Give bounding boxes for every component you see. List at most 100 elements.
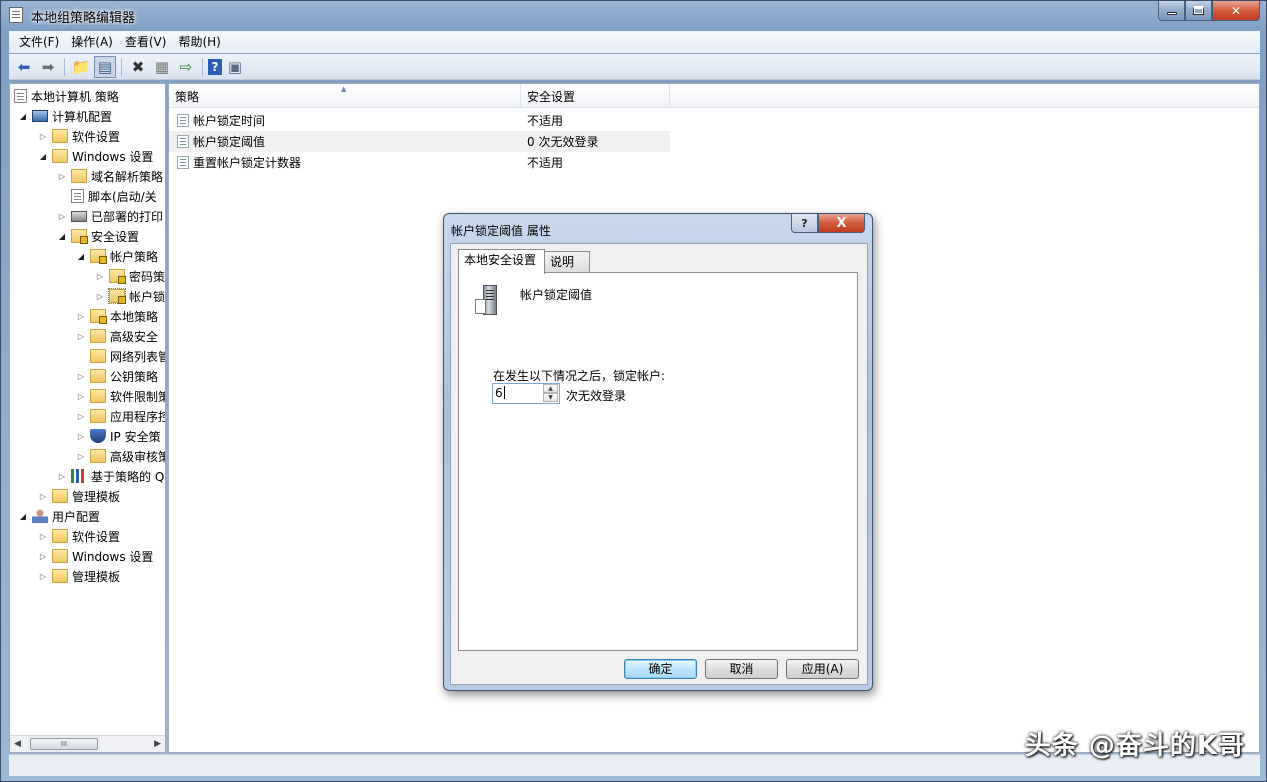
title-bar[interactable]: 本地组策略编辑器 ✕: [1, 1, 1266, 29]
tree-item-local-policies[interactable]: ▷ 本地策略: [76, 306, 158, 326]
tree-item-user-windows-settings[interactable]: ▷ Windows 设置: [38, 546, 153, 566]
tab-local-security-setting[interactable]: 本地安全设置: [458, 249, 545, 274]
tree-item-security-settings[interactable]: ◢ 安全设置: [57, 226, 139, 246]
close-button[interactable]: ✕: [1212, 1, 1260, 21]
tree-item-account-lockout-policy[interactable]: ▷ 帐户锁: [95, 286, 165, 306]
collapsed-arrow-icon[interactable]: ▷: [95, 292, 105, 301]
cancel-button[interactable]: 取消: [705, 659, 778, 679]
tab-panel: 帐户锁定阈值 在发生以下情况之后，锁定帐户: 6 ▲ ▼ 次无效登录: [458, 272, 858, 651]
tree-item-label: 本地策略: [110, 309, 159, 324]
policy-icon: [177, 135, 189, 148]
expanded-arrow-icon[interactable]: ◢: [18, 112, 28, 121]
collapsed-arrow-icon[interactable]: ▷: [57, 172, 67, 181]
minimize-button[interactable]: [1158, 1, 1185, 21]
window-title: 本地组策略编辑器: [31, 11, 136, 26]
tree-item-advanced-firewall[interactable]: ▷ 高级安全: [76, 326, 158, 346]
back-arrow-icon[interactable]: ⬅: [13, 56, 35, 78]
export-list-icon[interactable]: ⇨: [175, 56, 197, 78]
scroll-left-icon[interactable]: ◀: [14, 739, 21, 749]
menu-view[interactable]: 查看(V): [119, 31, 173, 53]
tree-pane[interactable]: 本地计算机 策略 ◢ 计算机配置 ▷ 软件设置 ◢ Windows 设置 ▷ 域…: [9, 83, 166, 753]
expanded-arrow-icon[interactable]: ◢: [38, 152, 48, 161]
tree-item-advanced-audit[interactable]: ▷ 高级审核策: [76, 446, 165, 466]
expanded-arrow-icon[interactable]: ◢: [57, 232, 67, 241]
delete-icon[interactable]: ✖: [127, 56, 149, 78]
tree-horizontal-scrollbar[interactable]: ◀ III ▶: [10, 735, 165, 752]
menu-action[interactable]: 操作(A): [65, 31, 119, 53]
menu-file[interactable]: 文件(F): [13, 31, 65, 53]
collapsed-arrow-icon[interactable]: ▷: [38, 532, 48, 541]
help-icon[interactable]: ?: [208, 58, 222, 75]
tree-item-local-computer-policy[interactable]: 本地计算机 策略: [14, 86, 119, 106]
tree-item-public-key[interactable]: ▷ 公钥策略: [76, 366, 158, 386]
expanded-arrow-icon[interactable]: ◢: [76, 252, 86, 261]
collapsed-arrow-icon[interactable]: ▷: [76, 412, 86, 421]
lockout-threshold-spinbox[interactable]: 6 ▲ ▼: [492, 383, 560, 404]
ok-button[interactable]: 确定: [624, 659, 697, 679]
tree-item-user-software-settings[interactable]: ▷ 软件设置: [38, 526, 120, 546]
tree-item-user-admin-templates[interactable]: ▷ 管理模板: [38, 566, 120, 586]
policy-row[interactable]: 重置帐户锁定计数器 不适用: [169, 152, 670, 173]
tree-item-software-restriction[interactable]: ▷ 软件限制策: [76, 386, 165, 406]
tree-item-admin-templates[interactable]: ▷ 管理模板: [38, 486, 120, 506]
collapsed-arrow-icon[interactable]: ▷: [76, 432, 86, 441]
spin-up-icon[interactable]: ▲: [543, 384, 558, 393]
dialog-close-button[interactable]: X: [818, 214, 865, 233]
tab-explain[interactable]: 说明: [544, 251, 590, 272]
tree-item-windows-settings[interactable]: ◢ Windows 设置: [38, 146, 153, 166]
collapsed-arrow-icon[interactable]: ▷: [76, 332, 86, 341]
tree-item-policy-based-qos[interactable]: ▷ 基于策略的 Q: [57, 466, 164, 486]
computer-icon: [32, 110, 48, 122]
collapsed-arrow-icon[interactable]: ▷: [38, 492, 48, 501]
collapsed-arrow-icon[interactable]: ▷: [76, 392, 86, 401]
apply-button[interactable]: 应用(A): [786, 659, 859, 679]
view-icon[interactable]: ▣: [224, 56, 246, 78]
collapsed-arrow-icon[interactable]: ▷: [38, 552, 48, 561]
collapsed-arrow-icon[interactable]: ▷: [95, 272, 105, 281]
folder-icon: [52, 489, 68, 503]
collapsed-arrow-icon[interactable]: ▷: [38, 572, 48, 581]
folder-icon: [90, 449, 106, 463]
folder-icon: [90, 369, 106, 383]
tree-item-name-resolution[interactable]: ▷ 域名解析策略: [57, 166, 163, 186]
collapsed-arrow-icon[interactable]: ▷: [38, 132, 48, 141]
column-header-security-setting[interactable]: 安全设置: [521, 84, 670, 108]
collapsed-arrow-icon[interactable]: ▷: [76, 372, 86, 381]
tree-item-application-control[interactable]: ▷ 应用程序控: [76, 406, 165, 426]
scroll-right-icon[interactable]: ▶: [154, 739, 161, 749]
tree-item-software-settings[interactable]: ▷ 软件设置: [38, 126, 120, 146]
tree-item-account-policies[interactable]: ◢ 帐户策略: [76, 246, 158, 266]
dialog-title: 帐户锁定阈值 属性: [451, 224, 551, 238]
menu-bar: 文件(F) 操作(A) 查看(V) 帮助(H): [9, 31, 1260, 53]
collapsed-arrow-icon[interactable]: ▷: [57, 212, 67, 221]
column-header-policy[interactable]: 策略 ▲: [169, 84, 521, 108]
tree-item-label: 管理模板: [72, 489, 121, 504]
security-folder-icon: [108, 288, 126, 304]
up-folder-icon[interactable]: 📁: [70, 56, 92, 78]
policy-name-heading: 帐户锁定阈值: [520, 288, 593, 302]
show-hide-tree-icon[interactable]: ▤: [94, 55, 116, 78]
policy-row[interactable]: 帐户锁定时间 不适用: [169, 110, 670, 131]
collapsed-arrow-icon[interactable]: ▷: [76, 452, 86, 461]
lockout-threshold-input[interactable]: 6: [495, 386, 505, 400]
maximize-button[interactable]: [1185, 1, 1212, 21]
menu-help[interactable]: 帮助(H): [172, 31, 226, 53]
scroll-thumb[interactable]: III: [30, 738, 98, 750]
properties-icon[interactable]: ▦: [151, 56, 173, 78]
dialog-help-button[interactable]: ?: [791, 214, 818, 233]
tree-item-network-list[interactable]: 网络列表管: [90, 346, 165, 366]
security-folder-icon: [109, 269, 126, 284]
expanded-arrow-icon[interactable]: ◢: [18, 512, 28, 521]
tree-item-computer-config[interactable]: ◢ 计算机配置: [18, 106, 112, 126]
tree-item-scripts[interactable]: 脚本(启动/关: [71, 186, 157, 206]
spin-down-icon[interactable]: ▼: [543, 393, 558, 402]
tree-item-password-policy[interactable]: ▷ 密码策: [95, 266, 165, 286]
collapsed-arrow-icon[interactable]: ▷: [57, 472, 67, 481]
tree-item-user-config[interactable]: ◢ 用户配置: [18, 506, 100, 526]
tree-item-ip-security[interactable]: ▷ IP 安全策: [76, 426, 161, 446]
tree-item-deployed-printers[interactable]: ▷ 已部署的打印: [57, 206, 163, 226]
policy-row[interactable]: 帐户锁定阈值 0 次无效登录: [169, 131, 670, 152]
collapsed-arrow-icon[interactable]: ▷: [76, 312, 86, 321]
security-folder-icon: [90, 309, 107, 324]
forward-arrow-icon[interactable]: ➡: [37, 56, 59, 78]
